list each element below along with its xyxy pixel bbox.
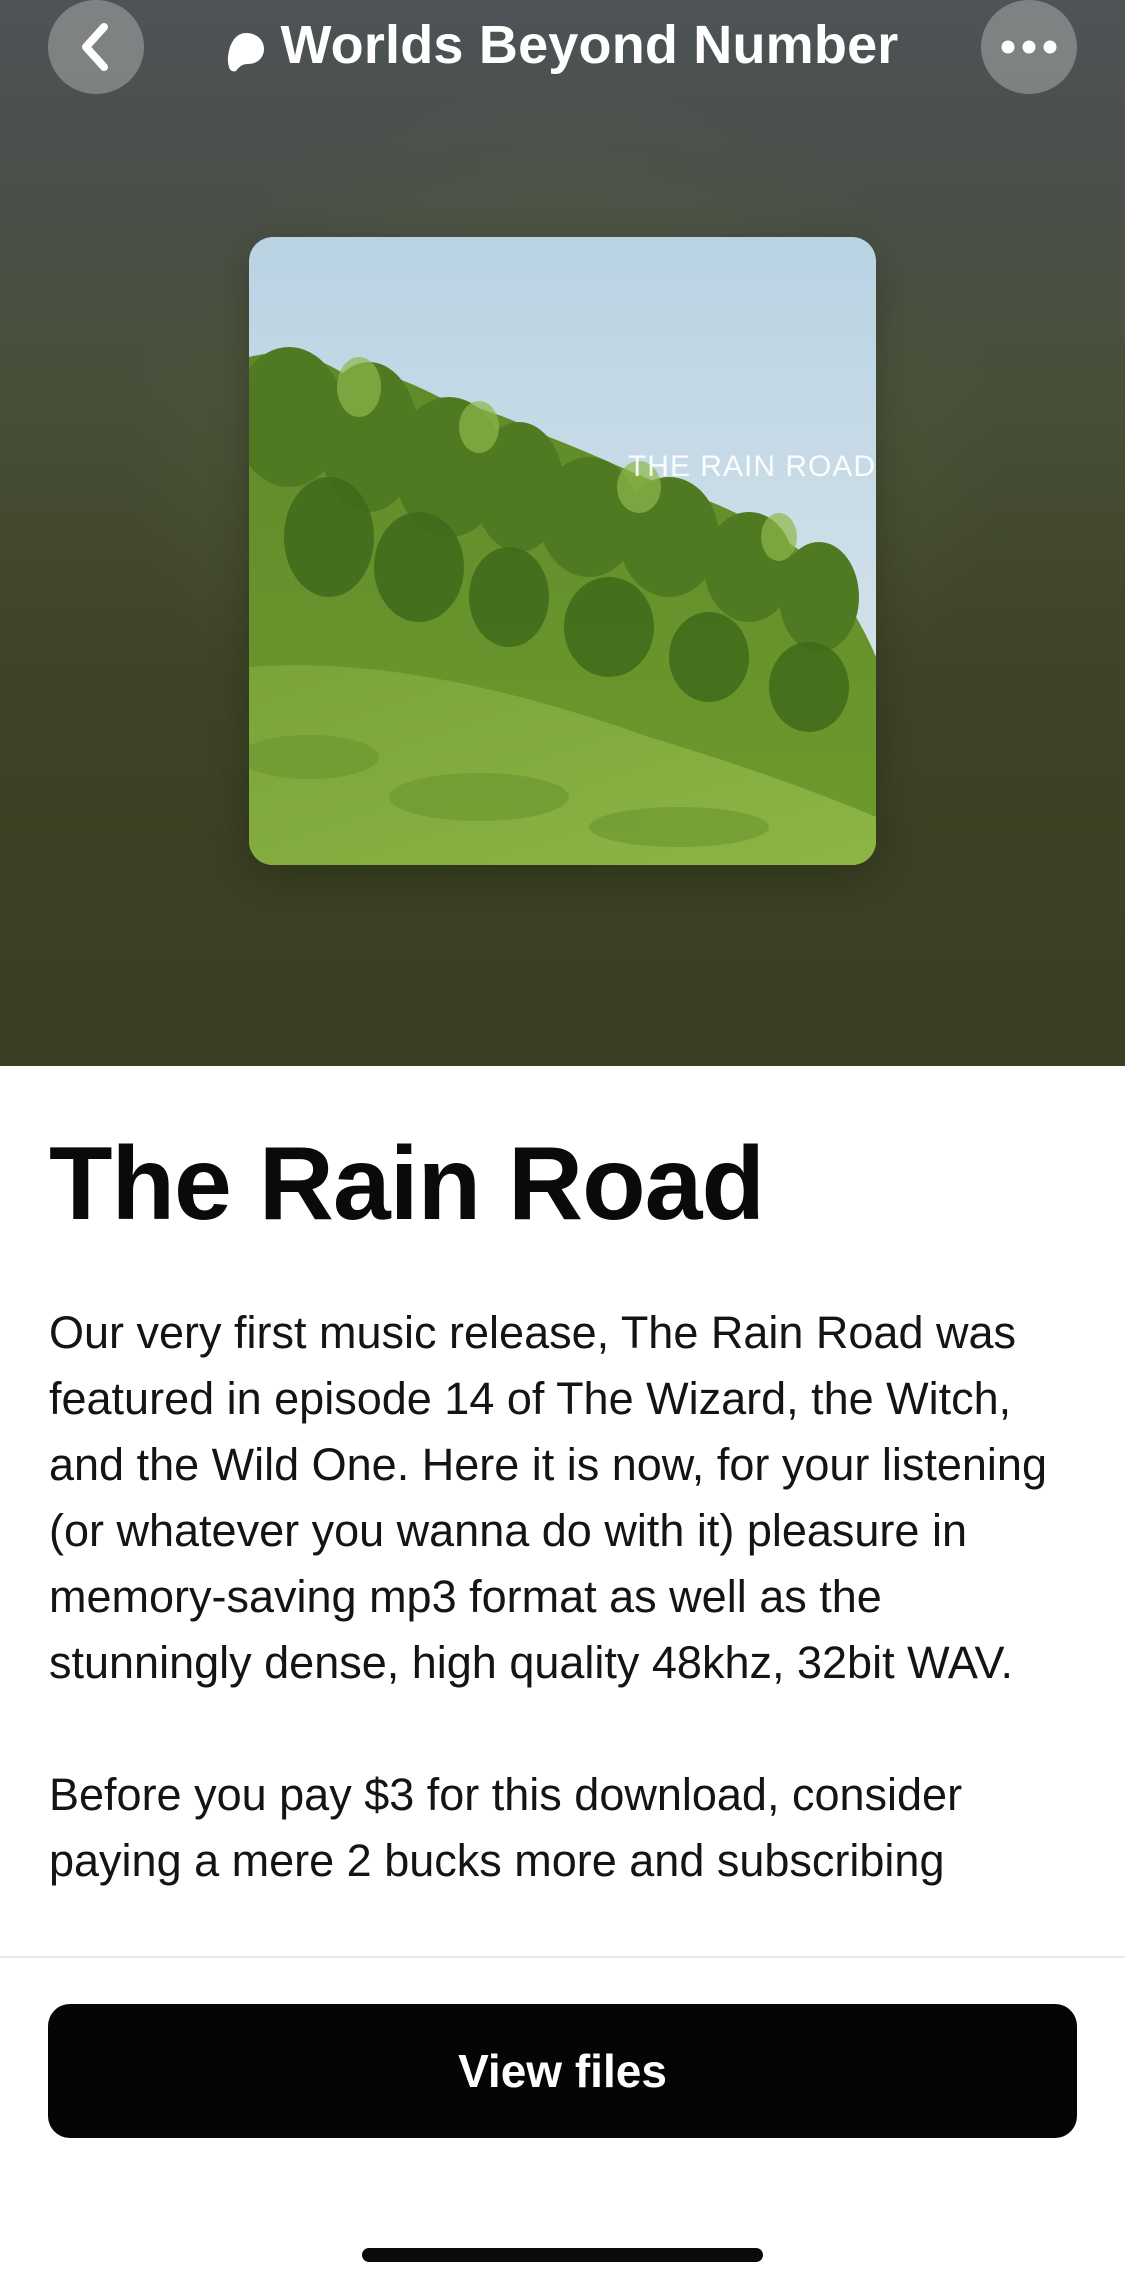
home-indicator[interactable] [362, 2248, 763, 2262]
album-artwork: THE RAIN ROAD [249, 237, 876, 865]
view-files-button[interactable]: View files [48, 2004, 1077, 2138]
hero-header: Worlds Beyond Number THE RAIN ROAD [0, 0, 1125, 1066]
description-paragraph: Our very first music release, The Rain R… [49, 1307, 1047, 1688]
description-paragraph: Before you pay $3 for this download, con… [49, 1769, 963, 1886]
ellipsis-icon [1001, 40, 1057, 54]
creator-header[interactable]: Worlds Beyond Number [0, 10, 1125, 80]
post-description: Our very first music release, The Rain R… [49, 1300, 1089, 1956]
creator-name: Worlds Beyond Number [280, 15, 899, 75]
post-title: The Rain Road [49, 1126, 765, 1242]
bottom-action-bar: View files [0, 1956, 1125, 2284]
artwork-title-overlay: THE RAIN ROAD [627, 450, 876, 483]
patreon-logo-icon [226, 24, 266, 72]
more-options-button[interactable] [981, 0, 1077, 94]
